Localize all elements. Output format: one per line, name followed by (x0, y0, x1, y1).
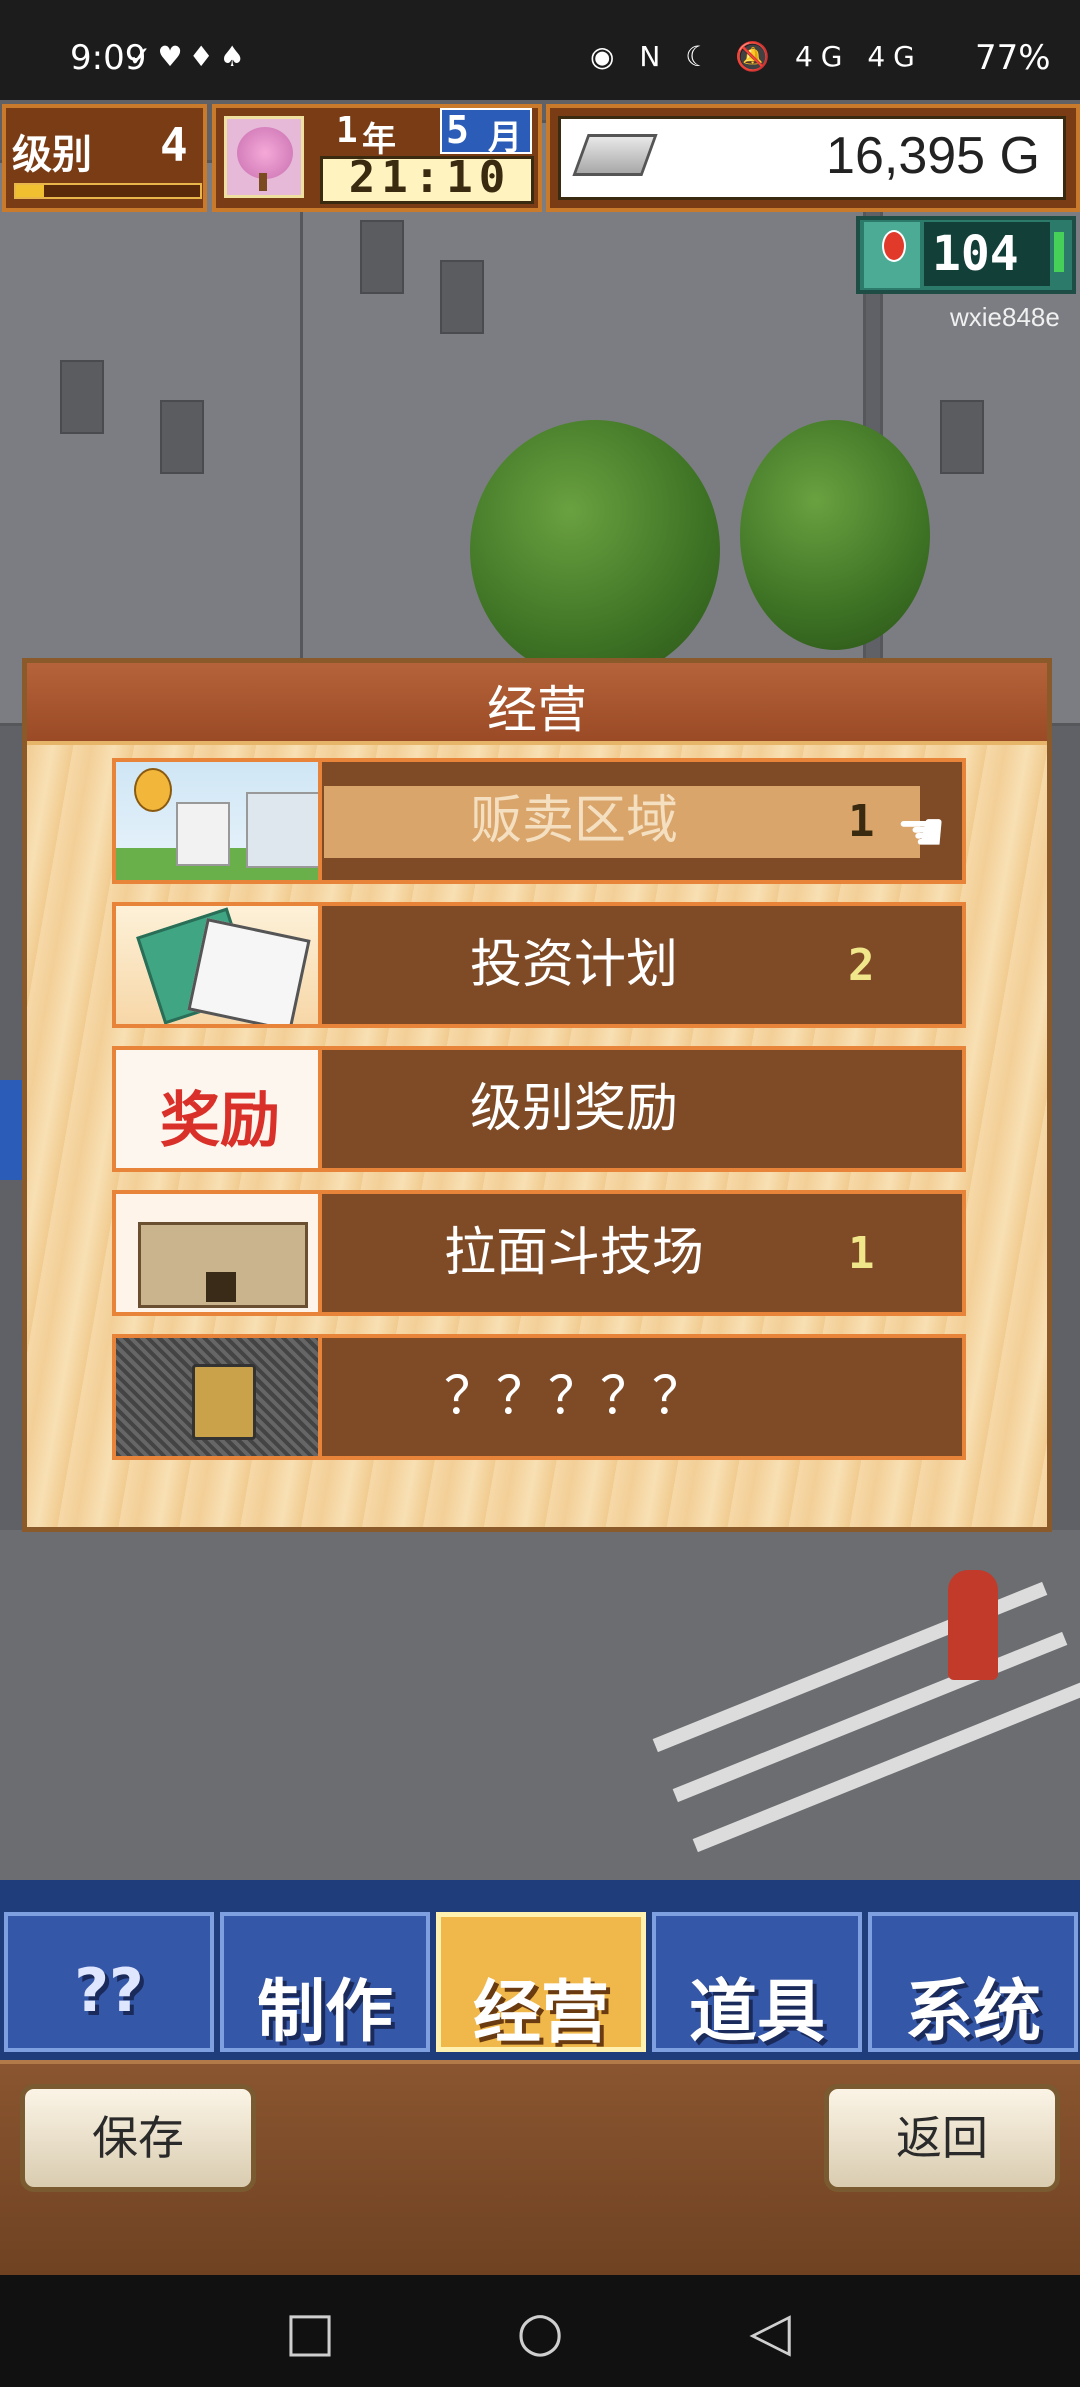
system-nav-bar: □ ○ ◁ (0, 2275, 1080, 2387)
building-window (60, 360, 104, 434)
menu-item-label: 贩卖区域 (469, 791, 678, 851)
building-window (440, 260, 484, 334)
level-label: 级别 (12, 132, 92, 178)
tab-label: 经营 (472, 1974, 609, 2053)
menu-item-sales-area[interactable]: 贩卖区域 1 (112, 758, 966, 884)
arena-icon (112, 1190, 322, 1316)
menu-item-investment-plan[interactable]: 投资计划 2 (112, 902, 966, 1028)
player-id: wxie848e (950, 302, 1060, 332)
building-window (940, 400, 984, 474)
customer-character[interactable] (948, 1570, 998, 1680)
tab-produce[interactable]: 制作 (220, 1912, 430, 2052)
dialog-title: 经营 (487, 681, 587, 739)
tab-label: 系统 (904, 1973, 1041, 2052)
menu-item-level-reward[interactable]: 奖励 级别奖励 (112, 1046, 966, 1172)
map-pin-icon (864, 222, 920, 288)
menu-item-label: 投资计划 (469, 935, 678, 995)
back-nav-icon[interactable]: ◁ (735, 2297, 805, 2367)
status-bar: 9:09 ✓♥♦♠ ◉ N ☾ 🔕 4G 4G 77% (0, 0, 1080, 100)
notification-icons: ✓♥♦♠ (128, 40, 251, 73)
month-value: 5 (446, 108, 469, 152)
menu-item-badge: 2 (848, 940, 875, 991)
money-value: 16,395 G (826, 127, 1040, 185)
menu-item-label: ？？？？？ (443, 1367, 704, 1427)
tab-items[interactable]: 道具 (652, 1912, 862, 2052)
tab-label: 道具 (688, 1973, 825, 2052)
tree (470, 420, 720, 680)
building-window (360, 220, 404, 294)
tree (740, 420, 930, 650)
tab-system[interactable]: 系统 (868, 1912, 1078, 2052)
menu-item-badge: 1 (848, 1228, 875, 1279)
menu-item-ramen-arena[interactable]: 拉面斗技场 1 (112, 1190, 966, 1316)
spring-blossom-icon (224, 116, 304, 198)
back-button[interactable]: 返回 (824, 2084, 1060, 2192)
sales-area-icon (112, 758, 322, 884)
level-value: 4 (160, 118, 188, 172)
investment-book-icon (112, 902, 322, 1028)
save-button[interactable]: 保存 (20, 2084, 256, 2192)
game-clock: 21:10 (348, 152, 512, 203)
menu-item-label: 拉面斗技场 (443, 1223, 704, 1283)
home-icon[interactable]: ○ (505, 2297, 575, 2367)
tab-label: ?? (74, 1956, 144, 2026)
tab-unknown[interactable]: ?? (4, 1912, 214, 2052)
building-window (160, 400, 204, 474)
pointing-hand-icon: ☚ (896, 800, 947, 865)
recent-apps-icon[interactable]: □ (275, 2297, 345, 2367)
battery-level: 77% (975, 38, 1051, 78)
system-status-icons: ◉ N ☾ 🔕 4G 4G (590, 40, 923, 73)
customer-character[interactable] (0, 1080, 24, 1180)
year-value: 1 (336, 110, 358, 151)
fans-value: 104 (924, 222, 1050, 286)
menu-item-label: 级别奖励 (469, 1079, 678, 1139)
menu-item-locked[interactable]: ？？？？？ (112, 1334, 966, 1460)
fans-meter (1054, 232, 1064, 272)
tab-manage[interactable]: 经营 (436, 1912, 646, 2053)
reward-icon: 奖励 (112, 1046, 322, 1172)
menu-item-badge: 1 (848, 796, 875, 847)
level-progress-fill (16, 185, 44, 197)
tab-label: 制作 (256, 1973, 393, 2052)
lock-icon (112, 1334, 322, 1460)
reward-icon-text: 奖励 (160, 1086, 280, 1156)
